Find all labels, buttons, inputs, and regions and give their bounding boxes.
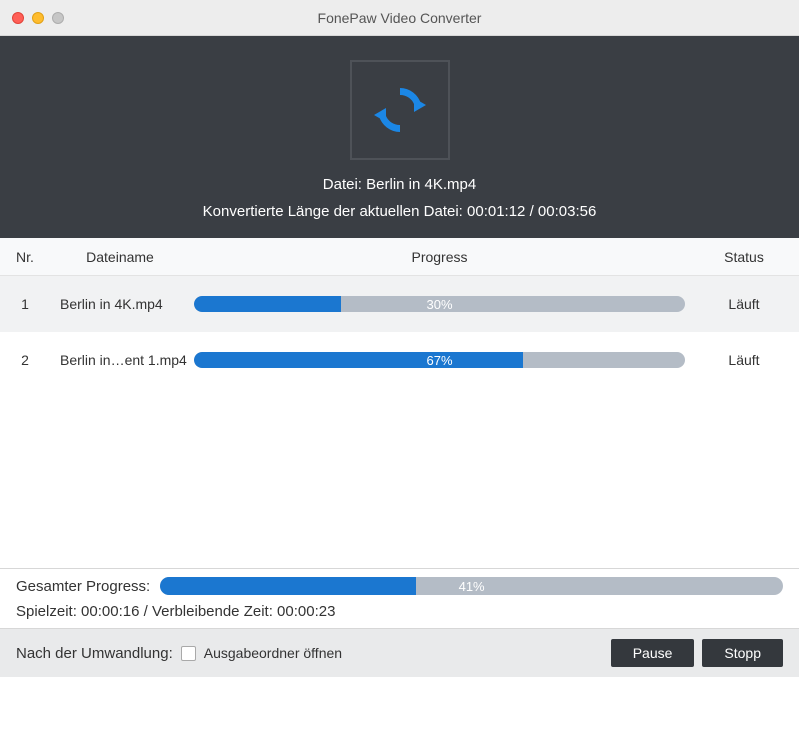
current-file-line: Datei: Berlin in 4K.mp4 xyxy=(0,176,799,193)
row-progress: 30% xyxy=(190,296,689,312)
converted-length-line: Konvertierte Länge der aktuellen Datei: … xyxy=(0,203,799,220)
progress-text: 41% xyxy=(160,577,783,595)
open-folder-checkbox[interactable] xyxy=(181,646,196,661)
window-controls xyxy=(12,12,64,24)
col-nr: Nr. xyxy=(0,249,50,265)
hero-panel: Datei: Berlin in 4K.mp4 Konvertierte Län… xyxy=(0,36,799,238)
row-filename: Berlin in 4K.mp4 xyxy=(50,296,190,312)
app-logo-box xyxy=(350,60,450,160)
progress-bar: 30% xyxy=(194,296,685,312)
row-nr: 2 xyxy=(0,352,50,368)
remaining-label: Verbleibende Zeit: xyxy=(152,603,277,620)
row-status: Läuft xyxy=(689,296,799,312)
progress-text: 30% xyxy=(194,296,685,312)
pause-button[interactable]: Pause xyxy=(611,639,695,667)
file-name: Berlin in 4K.mp4 xyxy=(366,176,476,193)
played-time: 00:00:16 xyxy=(81,603,139,620)
minimize-icon[interactable] xyxy=(32,12,44,24)
file-prefix: Datei: xyxy=(323,176,366,193)
footer-bar: Nach der Umwandlung: Ausgabeordner öffne… xyxy=(0,628,799,677)
row-status: Läuft xyxy=(689,352,799,368)
remaining-time: 00:00:23 xyxy=(277,603,335,620)
maximize-icon xyxy=(52,12,64,24)
overall-label: Gesamter Progress: xyxy=(16,578,150,595)
convert-icon xyxy=(368,78,432,142)
col-name: Dateiname xyxy=(50,249,190,265)
converted-prefix: Konvertierte Länge der aktuellen Datei: xyxy=(203,203,467,220)
time-info: Spielzeit: 00:00:16 / Verbleibende Zeit:… xyxy=(0,599,799,628)
after-conversion-label: Nach der Umwandlung: xyxy=(16,645,173,662)
overall-progress-bar: 41% xyxy=(160,577,783,595)
row-filename: Berlin in…ent 1.mp4 xyxy=(50,352,190,368)
row-progress: 67% xyxy=(190,352,689,368)
time-sep2: / xyxy=(139,603,152,620)
task-list: 1 Berlin in 4K.mp4 30% Läuft 2 Berlin in… xyxy=(0,276,799,568)
total-time: 00:03:56 xyxy=(538,203,596,220)
col-progress: Progress xyxy=(190,249,689,265)
table-row: 2 Berlin in…ent 1.mp4 67% Läuft xyxy=(0,332,799,388)
progress-bar: 67% xyxy=(194,352,685,368)
played-label: Spielzeit: xyxy=(16,603,81,620)
titlebar: FonePaw Video Converter xyxy=(0,0,799,36)
col-status: Status xyxy=(689,249,799,265)
overall-progress-row: Gesamter Progress: 41% xyxy=(0,569,799,599)
open-folder-label[interactable]: Ausgabeordner öffnen xyxy=(204,645,342,661)
close-icon[interactable] xyxy=(12,12,24,24)
window-title: FonePaw Video Converter xyxy=(0,10,799,26)
progress-text: 67% xyxy=(194,352,685,368)
table-row: 1 Berlin in 4K.mp4 30% Läuft xyxy=(0,276,799,332)
stop-button[interactable]: Stopp xyxy=(702,639,783,667)
table-header: Nr. Dateiname Progress Status xyxy=(0,238,799,276)
row-nr: 1 xyxy=(0,296,50,312)
converted-time: 00:01:12 xyxy=(467,203,525,220)
time-sep: / xyxy=(525,203,538,220)
